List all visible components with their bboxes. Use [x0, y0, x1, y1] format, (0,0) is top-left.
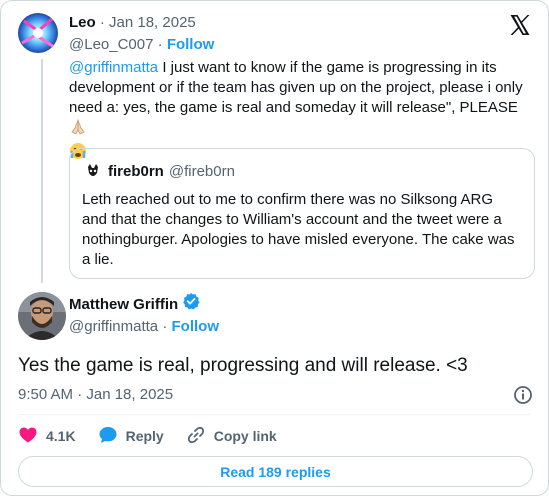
- leo-avatar[interactable]: [18, 13, 58, 53]
- reply-handle[interactable]: @Leo_C007: [69, 36, 153, 53]
- heart-icon: [18, 425, 46, 448]
- reply-mention-link[interactable]: @griffinmatta: [69, 59, 158, 76]
- main-post-text: Yes the game is real, progressing and wi…: [18, 355, 468, 376]
- embedded-post-card: Leo · Jan 18, 2025 @Leo_C007 · Follow @g…: [0, 0, 549, 496]
- main-follow-button[interactable]: Follow: [172, 318, 220, 335]
- read-replies-button[interactable]: Read 189 replies: [18, 456, 533, 487]
- reply-date[interactable]: Jan 18, 2025: [109, 14, 196, 31]
- reply-button[interactable]: Reply: [98, 425, 164, 448]
- main-author-name[interactable]: Matthew Griffin: [69, 294, 178, 316]
- like-button[interactable]: 4.1K: [18, 425, 76, 448]
- reply-bubble-icon: [98, 425, 126, 448]
- reply-author-name[interactable]: Leo: [69, 14, 96, 31]
- quoted-post[interactable]: fireb0rn @fireb0rn Leth reached out to m…: [69, 148, 535, 279]
- main-post-timestamp[interactable]: 9:50 AM · Jan 18, 2025: [18, 385, 173, 405]
- copy-link-icon: [186, 425, 214, 448]
- quoted-author-handle: @fireb0rn: [168, 163, 235, 180]
- main-author-handle[interactable]: @griffinmatta: [69, 318, 158, 335]
- x-logo-icon[interactable]: [508, 13, 532, 42]
- main-handle-separator: ·: [162, 318, 168, 335]
- reply-handle-separator: ·: [157, 36, 163, 53]
- reply-separator: ·: [99, 14, 105, 31]
- reply-follow-button[interactable]: Follow: [167, 36, 215, 53]
- quoted-author-name: fireb0rn: [108, 163, 164, 180]
- verified-badge-icon: [182, 292, 200, 317]
- like-count: 4.1K: [46, 428, 76, 444]
- actions-divider: [18, 414, 531, 415]
- quoted-post-header: fireb0rn @fireb0rn: [84, 162, 235, 182]
- reply-label: Reply: [125, 428, 164, 444]
- main-handle-row: @griffinmatta · Follow: [69, 317, 219, 337]
- quoted-post-text: Leth reached out to me to confirm there …: [82, 191, 515, 268]
- thread-line: [41, 59, 43, 283]
- copy-link-button[interactable]: Copy link: [186, 425, 277, 448]
- matthew-griffin-avatar[interactable]: [18, 292, 66, 340]
- info-icon[interactable]: [513, 385, 533, 410]
- main-author-row: Matthew Griffin: [69, 292, 200, 317]
- reply-header: Leo · Jan 18, 2025 @Leo_C007 · Follow: [69, 13, 214, 55]
- copy-link-label: Copy link: [213, 428, 277, 444]
- fireb0rn-avatar: [84, 163, 102, 181]
- post-actions-bar: 4.1K Reply Copy link: [18, 425, 299, 447]
- praying-hands-emoji: [69, 118, 87, 142]
